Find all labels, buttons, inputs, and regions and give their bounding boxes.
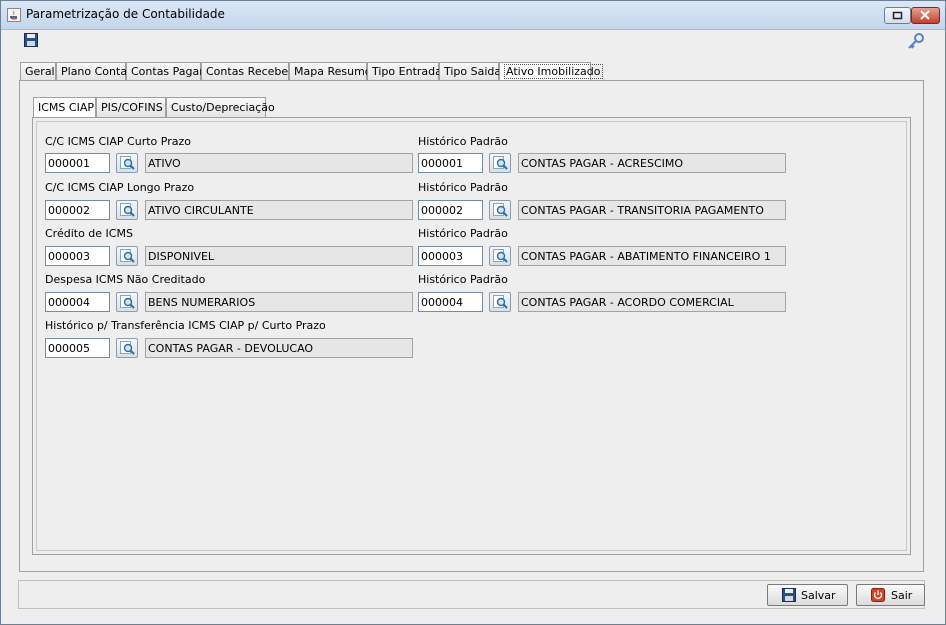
magnifier-icon — [120, 156, 135, 170]
exit-button[interactable]: Sair — [856, 584, 925, 606]
close-icon — [920, 10, 930, 20]
lookup-button[interactable] — [116, 292, 138, 312]
field-label: Crédito de ICMS — [45, 227, 133, 240]
key-icon[interactable] — [907, 33, 925, 50]
history-description: CONTAS PAGAR - ACORDO COMERCIAL — [518, 292, 786, 312]
tab-tipo-saida[interactable]: Tipo Saida — [439, 62, 502, 80]
java-app-icon — [7, 8, 21, 22]
tab-tipo-entrada[interactable]: Tipo Entrada — [367, 62, 442, 80]
history-code-input[interactable]: 000004 — [418, 292, 483, 312]
restore-button[interactable] — [884, 7, 911, 24]
field-label: Histórico Padrão — [418, 273, 508, 286]
tab-contas-pagar[interactable]: Contas Pagar — [126, 62, 204, 80]
magnifier-icon — [493, 156, 508, 170]
field-label: C/C ICMS CIAP Curto Prazo — [45, 135, 191, 148]
tab-label: Contas Receber — [206, 65, 293, 78]
account-code-input[interactable]: 000004 — [45, 292, 110, 312]
tab-ativo-imobilizado[interactable]: Ativo Imobilizado — [499, 62, 603, 81]
tab-geral[interactable]: Geral — [20, 62, 56, 80]
tab-label: Ativo Imobilizado — [504, 64, 603, 79]
tab-label: Tipo Saida — [444, 65, 502, 78]
account-description: ATIVO CIRCULANTE — [145, 200, 413, 220]
tab-label: Geral — [25, 65, 55, 78]
magnifier-icon — [493, 295, 508, 309]
history-description: CONTAS PAGAR - ABATIMENTO FINANCEIRO 1 — [518, 246, 786, 266]
account-code-input[interactable]: 000002 — [45, 200, 110, 220]
history-description: CONTAS PAGAR - TRANSITORIA PAGAMENTO — [518, 200, 786, 220]
tab-mapa-resumo[interactable]: Mapa Resumo — [289, 62, 372, 80]
account-code-input[interactable]: 000003 — [45, 246, 110, 266]
field-label: Histórico p/ Transferência ICMS CIAP p/ … — [45, 319, 326, 332]
history-code-input[interactable]: 000005 — [45, 338, 110, 358]
tab-label: Custo/Depreciação — [171, 101, 275, 114]
account-description: DISPONIVEL — [145, 246, 413, 266]
tab-label: Mapa Resumo — [294, 65, 372, 78]
window-title: Parametrização de Contabilidade — [26, 7, 225, 21]
tab-label: Contas Pagar — [131, 65, 204, 78]
tab-plano-conta[interactable]: Plano Conta — [56, 62, 128, 80]
history-description: CONTAS PAGAR - DEVOLUCAO — [145, 338, 413, 358]
close-button[interactable] — [911, 7, 940, 24]
field-label: Histórico Padrão — [418, 227, 508, 240]
lookup-button[interactable] — [116, 246, 138, 266]
restore-icon — [892, 11, 903, 20]
account-description: BENS NUMERARIOS — [145, 292, 413, 312]
magnifier-icon — [120, 203, 135, 217]
tab-label: ICMS CIAP — [38, 101, 94, 114]
lookup-button[interactable] — [489, 200, 511, 220]
lookup-button[interactable] — [489, 292, 511, 312]
history-code-input[interactable]: 000003 — [418, 246, 483, 266]
lookup-button[interactable] — [489, 246, 511, 266]
field-label: Histórico Padrão — [418, 135, 508, 148]
history-description: CONTAS PAGAR - ACRESCIMO — [518, 153, 786, 173]
tab-icms-ciap[interactable]: ICMS CIAP — [33, 97, 96, 118]
lookup-button[interactable] — [116, 338, 138, 358]
save-button-label: Salvar — [801, 589, 836, 602]
lookup-button[interactable] — [116, 200, 138, 220]
magnifier-icon — [120, 295, 135, 309]
history-code-input[interactable]: 000002 — [418, 200, 483, 220]
tab-label: Tipo Entrada — [372, 65, 442, 78]
account-code-input[interactable]: 000001 — [45, 153, 110, 173]
tab-label: Plano Conta — [61, 65, 128, 78]
magnifier-icon — [493, 249, 508, 263]
tab-contas-receber[interactable]: Contas Receber — [201, 62, 293, 80]
history-code-input[interactable]: 000001 — [418, 153, 483, 173]
field-label: Despesa ICMS Não Creditado — [45, 273, 206, 286]
field-label: C/C ICMS CIAP Longo Prazo — [45, 181, 195, 194]
lookup-button[interactable] — [116, 153, 138, 173]
floppy-disk-icon[interactable] — [24, 33, 38, 47]
tab-custo-depreciacao[interactable]: Custo/Depreciação — [166, 97, 275, 117]
account-description: ATIVO — [145, 153, 413, 173]
magnifier-icon — [120, 249, 135, 263]
magnifier-icon — [120, 341, 135, 355]
floppy-disk-icon — [782, 588, 796, 602]
field-label: Histórico Padrão — [418, 181, 508, 194]
save-button[interactable]: Salvar — [767, 584, 848, 606]
magnifier-icon — [493, 203, 508, 217]
power-icon — [871, 588, 885, 602]
lookup-button[interactable] — [489, 153, 511, 173]
tab-label: PIS/COFINS — [101, 101, 163, 114]
exit-button-label: Sair — [891, 589, 913, 602]
title-bar[interactable]: Parametrização de Contabilidade — [1, 1, 945, 30]
tab-pis-cofins[interactable]: PIS/COFINS — [96, 97, 166, 117]
